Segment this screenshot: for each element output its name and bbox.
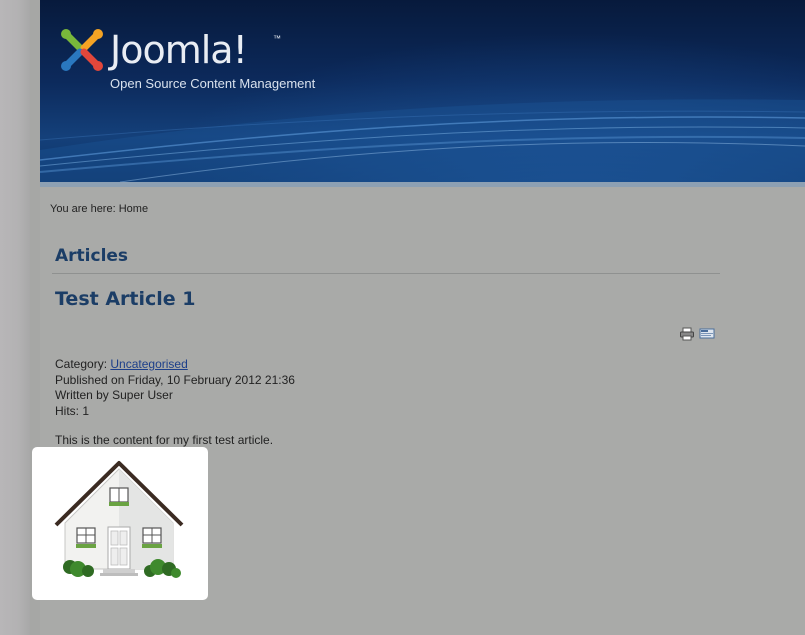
article-title: Test Article 1: [55, 288, 196, 310]
breadcrumb-current: Home: [118, 203, 149, 215]
article-body-text: This is the content for my first test ar…: [55, 433, 274, 447]
site-header-banner: Joomla! ™ Open Source Content Management: [40, 0, 805, 182]
breadcrumb: You are here: Home: [50, 203, 148, 215]
header-bottom-border: [40, 182, 805, 187]
article-hits: Hits: 1: [55, 403, 90, 418]
category-link[interactable]: Uncategorised: [110, 357, 187, 371]
site-tagline: Open Source Content Management: [110, 76, 316, 91]
logo-trademark: ™: [273, 34, 281, 43]
section-heading: Articles: [55, 246, 129, 266]
email-icon[interactable]: [699, 327, 715, 341]
left-edge-strip: [0, 0, 30, 635]
breadcrumb-label: You are here:: [50, 203, 116, 215]
article-image-card: [32, 447, 208, 600]
category-label: Category:: [55, 357, 108, 371]
article-meta: Category: Uncategorised Published on Fri…: [55, 357, 295, 419]
house-image: [54, 461, 184, 578]
print-icon[interactable]: [679, 327, 695, 341]
joomla-logo-icon[interactable]: [58, 26, 106, 74]
logo-wordmark[interactable]: Joomla!: [110, 26, 248, 74]
article-category: Category: Uncategorised: [55, 357, 295, 373]
section-divider: [52, 273, 720, 274]
article-published-date: Published on Friday, 10 February 2012 21…: [55, 372, 295, 387]
article-author: Written by Super User: [55, 388, 173, 402]
